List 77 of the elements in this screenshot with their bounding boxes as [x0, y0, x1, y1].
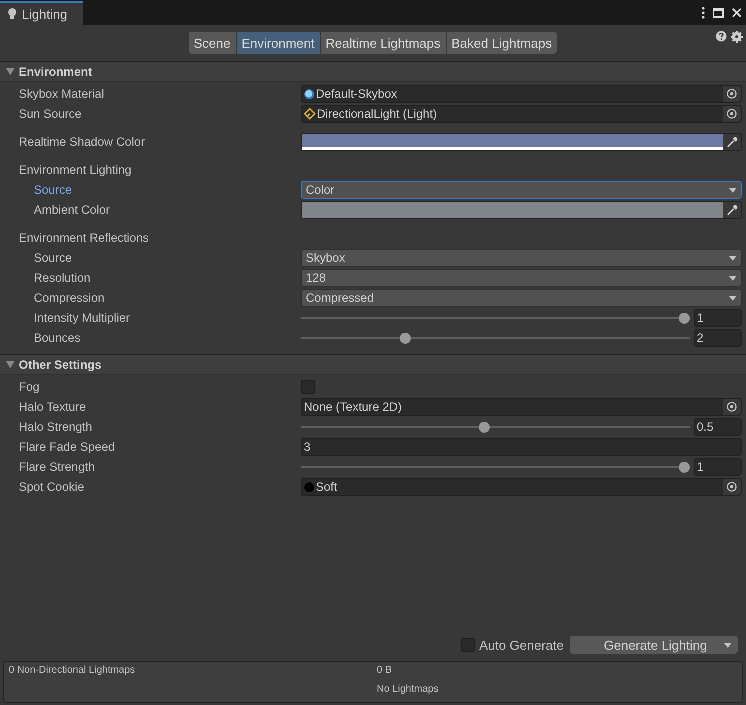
field-label: Halo Strength — [19, 420, 94, 434]
eyedropper-icon — [726, 136, 738, 148]
field-label: Flare Fade Speed — [19, 440, 116, 454]
object-field[interactable]: Soft — [301, 478, 742, 496]
slider-thumb[interactable] — [400, 332, 411, 344]
collapse-triangle-icon — [6, 360, 15, 368]
field-label: Source — [34, 183, 74, 197]
field-label: Environment Reflections — [19, 231, 150, 245]
object-field[interactable]: Default-Skybox — [301, 85, 742, 103]
info-text: 0 B — [377, 665, 394, 678]
slider-thumb[interactable] — [678, 312, 690, 324]
field-label: Skybox Material — [19, 87, 106, 101]
field-label: Source — [34, 251, 74, 265]
target-icon — [727, 482, 737, 492]
slider-thumb[interactable] — [678, 462, 690, 472]
info-text: No Lightmaps — [377, 684, 440, 697]
checkbox-label: Auto Generate — [479, 638, 564, 652]
picker-button[interactable] — [723, 479, 741, 495]
field-label: Compression — [34, 291, 106, 305]
section-header[interactable]: Other Settings — [0, 355, 746, 375]
field-label: Resolution — [34, 271, 92, 285]
dropdown[interactable]: Color — [301, 181, 742, 199]
close-icon[interactable] — [732, 8, 742, 18]
number-field[interactable]: 1 — [694, 458, 742, 476]
picker-button[interactable] — [723, 106, 741, 122]
caret-icon — [724, 642, 732, 648]
checkbox[interactable] — [461, 638, 476, 652]
field-label: Intensity Multiplier — [34, 311, 132, 325]
caret-icon — [729, 296, 737, 300]
eyedropper-icon — [726, 204, 738, 216]
tab[interactable]: Baked Lightmaps — [446, 32, 558, 54]
settings-icon[interactable] — [731, 31, 743, 43]
dropdown[interactable]: Compressed — [301, 289, 742, 307]
light-icon — [304, 108, 316, 120]
window-tab[interactable]: Lighting — [0, 1, 83, 25]
bulb-icon — [8, 8, 17, 20]
eyedropper-button[interactable] — [723, 202, 741, 218]
kebab-menu-icon[interactable] — [702, 6, 705, 18]
tab[interactable]: Environment — [236, 32, 320, 54]
maximize-icon[interactable] — [713, 8, 724, 18]
field-label: Sun Source — [19, 107, 83, 121]
collapse-triangle-icon — [6, 68, 15, 76]
tab[interactable]: Scene — [188, 32, 236, 54]
caret-icon — [729, 256, 737, 260]
sphere-icon — [304, 88, 315, 100]
field-label: Spot Cookie — [19, 480, 86, 494]
caret-icon — [729, 276, 737, 280]
number-field[interactable]: 2 — [694, 329, 742, 347]
help-icon[interactable] — [716, 31, 727, 42]
target-icon — [727, 402, 737, 412]
number-field[interactable]: 1 — [694, 309, 742, 327]
object-field[interactable]: DirectionalLight (Light) — [301, 105, 742, 123]
field-label: Realtime Shadow Color — [19, 135, 146, 149]
field-label: Environment Lighting — [19, 163, 133, 177]
object-field[interactable]: None (Texture 2D) — [301, 398, 742, 416]
dot-icon — [304, 482, 315, 492]
caret-icon — [729, 188, 737, 192]
dropdown[interactable]: 128 — [301, 269, 742, 287]
field-label: Halo Texture — [19, 400, 88, 414]
picker-button[interactable] — [723, 86, 741, 102]
section-header[interactable]: Environment — [0, 62, 746, 82]
eyedropper-button[interactable] — [723, 134, 741, 150]
color-swatch[interactable] — [302, 202, 723, 218]
dropdown[interactable]: Skybox — [301, 249, 742, 267]
field-label: Bounces — [34, 331, 82, 345]
field-label: Fog — [19, 380, 41, 394]
picker-button[interactable] — [723, 399, 741, 415]
field-label: Flare Strength — [19, 460, 96, 474]
slider-thumb[interactable] — [478, 422, 490, 432]
tab[interactable]: Realtime Lightmaps — [320, 32, 446, 54]
generate-button[interactable]: Generate Lighting — [570, 636, 738, 654]
number-field[interactable]: 3 — [301, 438, 742, 456]
field-label: Ambient Color — [34, 203, 112, 217]
color-swatch[interactable] — [302, 134, 723, 150]
checkbox[interactable] — [301, 380, 315, 394]
number-field[interactable]: 0.5 — [694, 418, 742, 436]
info-text: 0 Non-Directional Lightmaps — [9, 665, 136, 678]
